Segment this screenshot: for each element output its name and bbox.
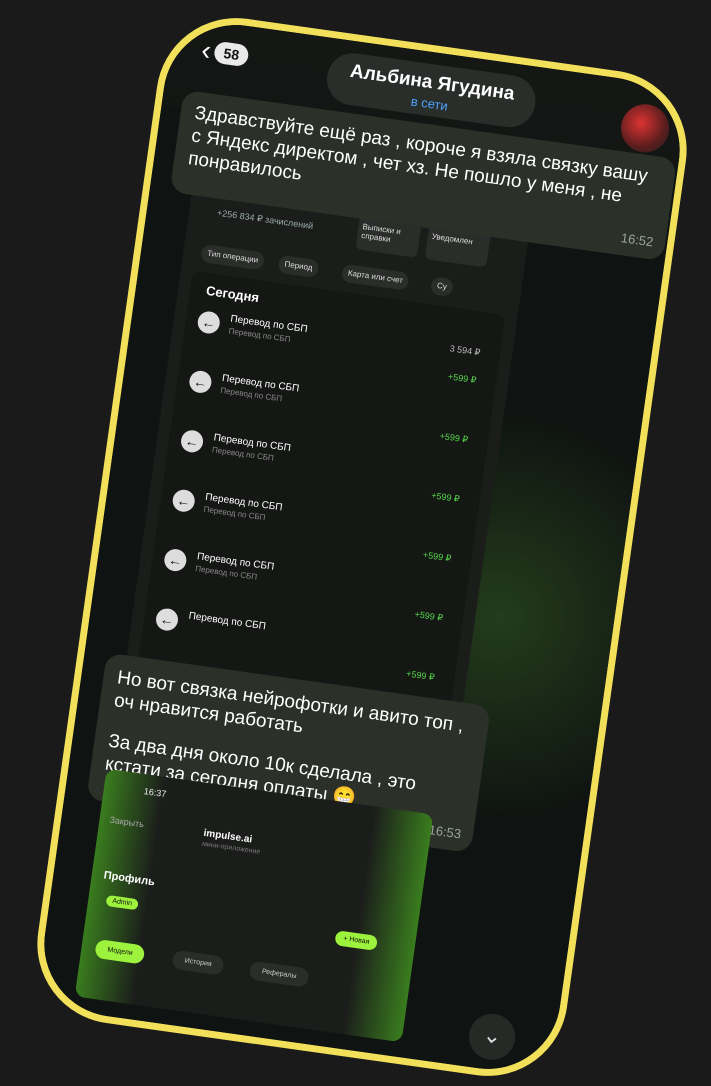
transaction-title: Перевод по СБП xyxy=(187,610,267,633)
back-button[interactable]: ‹ 58 xyxy=(199,34,250,72)
transfer-icon: ← xyxy=(154,607,180,632)
transfer-icon: ← xyxy=(187,369,213,395)
tab-models: Модели xyxy=(94,938,146,965)
section-title: Сегодня xyxy=(205,282,261,306)
filter-chip: Тип операции xyxy=(200,243,266,271)
message-time: 16:53 xyxy=(427,822,463,842)
transaction-amount: +599 ₽ xyxy=(439,430,469,445)
transaction-amount: +599 ₽ xyxy=(422,549,452,564)
message-time: 16:52 xyxy=(619,230,655,250)
app-subtitle: мини-приложение xyxy=(201,840,261,856)
app-screenshot-image[interactable]: 16:37 Закрыть impulse.ai мини-приложение… xyxy=(74,768,434,1043)
unread-count-badge: 58 xyxy=(213,40,250,68)
transaction-amount: +599 ₽ xyxy=(447,371,478,386)
transfer-icon: ← xyxy=(196,310,222,335)
filter-chip: Период xyxy=(277,254,320,279)
day-total: 3 594 ₽ xyxy=(449,343,481,358)
transactions-panel: Сегодня ← Перевод по СБП Перевод по СБП … xyxy=(137,270,506,706)
transaction-amount: +599 ₽ xyxy=(430,490,461,505)
tab-history: История xyxy=(171,949,225,976)
transfer-icon: ← xyxy=(162,547,188,573)
filter-chip: Су xyxy=(429,276,454,298)
transfer-icon: ← xyxy=(179,428,205,454)
new-button: + Новая xyxy=(334,930,379,951)
bank-screenshot-image[interactable]: 94 964 ₽ +256 834 ₽ зачислений Выписки и… xyxy=(125,170,532,708)
profile-title: Профиль xyxy=(102,869,156,889)
role-badge: Admin xyxy=(105,894,139,911)
tab-referrals: Рефералы xyxy=(248,960,310,988)
phone-frame: ‹ 58 Альбина Ягудина в сети 94 964 ₽ +25… xyxy=(27,7,697,1086)
transfer-icon: ← xyxy=(171,488,197,514)
chevron-down-icon: ⌄ xyxy=(481,1021,504,1050)
filter-chip: Карта или счет xyxy=(340,263,410,291)
bank-subline: +256 834 ₽ зачислений xyxy=(216,207,314,232)
transaction-amount: +599 ₽ xyxy=(405,668,436,683)
avatar[interactable] xyxy=(617,101,673,156)
app-close-label: Закрыть xyxy=(108,814,145,830)
chevron-left-icon: ‹ xyxy=(199,33,214,66)
app-status-time: 16:37 xyxy=(143,786,167,800)
transaction-amount: +599 ₽ xyxy=(413,609,444,623)
